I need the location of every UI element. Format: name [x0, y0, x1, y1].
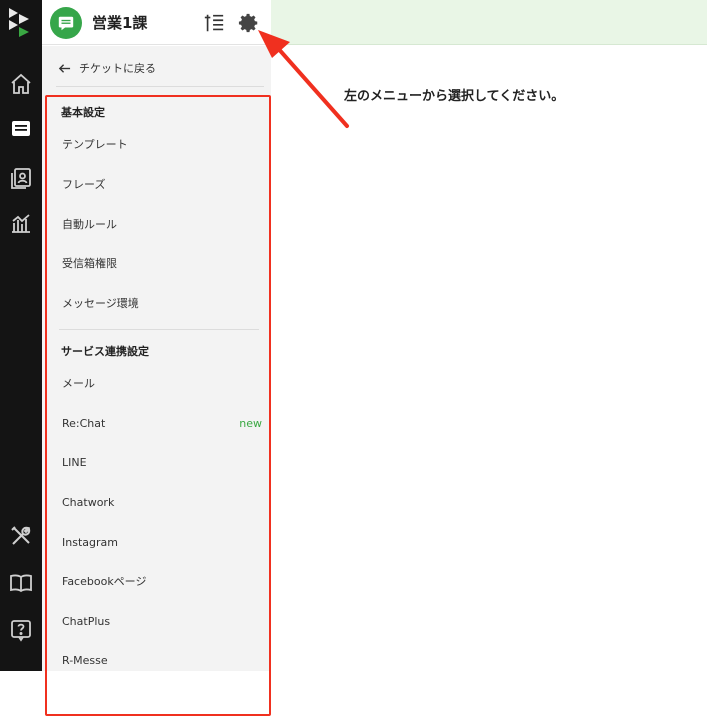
- menu-item-line[interactable]: LINE: [62, 449, 262, 475]
- app-logo[interactable]: [7, 7, 33, 39]
- sort-list-button[interactable]: [201, 10, 227, 36]
- settings-button[interactable]: [236, 10, 262, 36]
- inbox-title: 営業1課: [92, 14, 148, 32]
- menu-item-instagram[interactable]: Instagram: [62, 529, 262, 555]
- new-badge: new: [239, 416, 262, 430]
- menu-item-facebook-page[interactable]: Facebookページ: [62, 568, 262, 594]
- home-icon: [11, 73, 31, 94]
- tools-icon: [11, 526, 31, 545]
- divider: [56, 86, 264, 87]
- gear-icon: [238, 13, 258, 33]
- back-to-tickets-link[interactable]: チケットに戻る: [58, 58, 156, 78]
- help-icon: [11, 620, 31, 642]
- back-label: チケットに戻る: [79, 62, 156, 75]
- inbox-chat-icon[interactable]: [50, 7, 82, 39]
- menu-item-message-environment[interactable]: メッセージ環境: [62, 290, 262, 316]
- analytics-icon: [12, 214, 30, 233]
- menu-item-phrases[interactable]: フレーズ: [62, 171, 262, 197]
- menu-item-r-messe[interactable]: R-Messe: [62, 647, 262, 673]
- menu-item-chatwork[interactable]: Chatwork: [62, 489, 262, 515]
- empty-state-message: 左のメニューから選択してください。: [344, 89, 565, 104]
- nav-help[interactable]: [0, 612, 42, 648]
- section-title-service: サービス連携設定: [61, 345, 149, 358]
- contacts-icon: [11, 168, 31, 189]
- menu-item-label: Re:Chat: [62, 416, 106, 430]
- global-nav-rail: [0, 0, 42, 671]
- arrow-left-icon: [58, 63, 71, 73]
- sort-list-icon: [204, 14, 224, 32]
- menu-item-mail[interactable]: メール: [62, 370, 262, 396]
- nav-contacts[interactable]: [0, 160, 42, 196]
- nav-home[interactable]: [0, 66, 42, 102]
- settings-menu-highlight: 基本設定 テンプレート フレーズ 自動ルール 受信箱権限 メッセージ環境 サービ…: [45, 95, 271, 716]
- nav-tools[interactable]: [0, 518, 42, 554]
- menu-item-chatplus[interactable]: ChatPlus: [62, 608, 262, 634]
- nav-analytics[interactable]: [0, 205, 42, 241]
- menu-item-templates[interactable]: テンプレート: [62, 131, 262, 157]
- inbox-header: 営業1課: [42, 0, 271, 45]
- menu-item-inbox-permissions[interactable]: 受信箱権限: [62, 250, 262, 276]
- settings-sidebar: チケットに戻る 基本設定 テンプレート フレーズ 自動ルール 受信箱権限 メッセ…: [42, 46, 271, 716]
- menu-item-rechat[interactable]: Re:Chat new: [62, 410, 262, 436]
- ticket-icon: [12, 121, 30, 136]
- section-title-basic: 基本設定: [61, 106, 105, 119]
- nav-tickets[interactable]: [0, 111, 42, 147]
- menu-item-auto-rules[interactable]: 自動ルール: [62, 211, 262, 237]
- header-bar: [271, 0, 707, 45]
- guide-book-icon: [10, 574, 32, 593]
- divider: [59, 329, 259, 330]
- nav-guide[interactable]: [0, 565, 42, 601]
